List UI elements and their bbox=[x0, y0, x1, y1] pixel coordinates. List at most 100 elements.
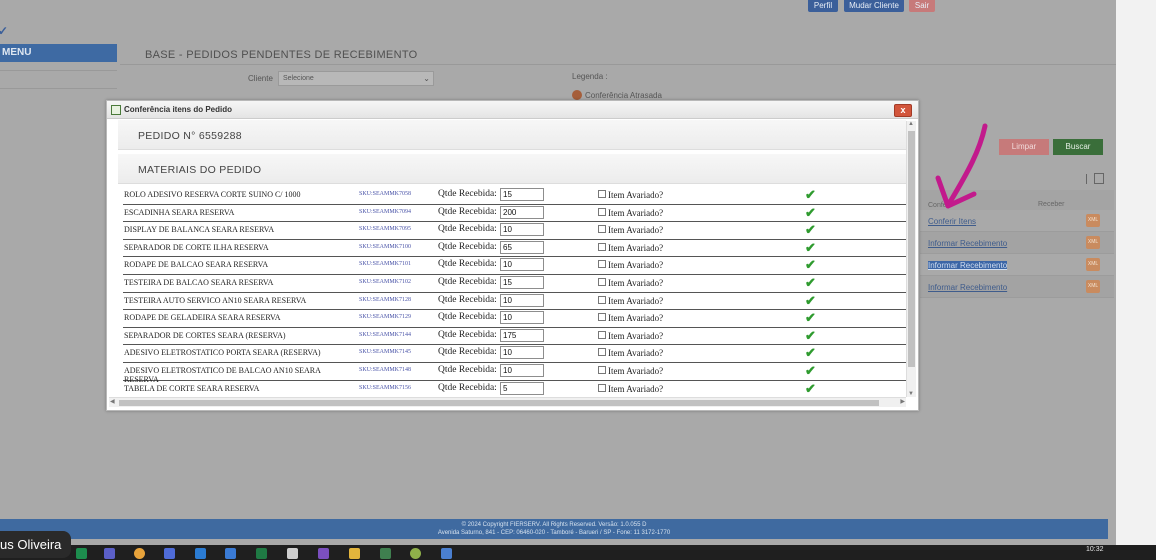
app-icon[interactable] bbox=[380, 548, 391, 559]
item-description: RODAPE DE BALCAO SEARA RESERVA bbox=[124, 260, 269, 270]
app-icon[interactable] bbox=[410, 548, 421, 559]
limpar-button[interactable]: Limpar bbox=[999, 139, 1049, 155]
pedido-number: PEDIDO N° 6559288 bbox=[138, 130, 242, 142]
qtde-recebida-label: Qtde Recebida: bbox=[438, 294, 497, 305]
item-description: ROLO ADESIVO RESERVA CORTE SUINO C/ 1000 bbox=[124, 190, 301, 199]
qtde-recebida-label: Qtde Recebida: bbox=[438, 347, 497, 358]
item-avariado-checkbox[interactable] bbox=[598, 348, 606, 357]
qtde-recebida-input[interactable] bbox=[500, 223, 544, 237]
cliente-select-value: Selecione bbox=[283, 75, 314, 82]
check-icon: ✔ bbox=[805, 187, 816, 202]
scroll-left-icon[interactable]: ◀ bbox=[110, 398, 115, 405]
item-description: SEPARADOR DE CORTE ILHA RESERVA bbox=[124, 242, 269, 252]
item-row: ROLO ADESIVO RESERVA CORTE SUINO C/ 1000… bbox=[123, 187, 906, 205]
annotation-arrow-icon bbox=[935, 123, 988, 209]
file-icon[interactable] bbox=[287, 548, 298, 559]
cliente-select[interactable]: Selecione ⌄ bbox=[278, 71, 434, 86]
horizontal-scrollbar[interactable]: ◀ ▶ bbox=[109, 397, 906, 407]
item-avariado-checkbox[interactable] bbox=[598, 260, 606, 269]
item-description: RODAPE DE GELADEIRA SEARA RESERVA bbox=[124, 313, 281, 323]
item-sku-link[interactable]: SKU:SEAMMK7100 bbox=[359, 244, 411, 250]
item-avariado-label: Item Avariado? bbox=[608, 313, 664, 324]
qtde-recebida-input[interactable] bbox=[500, 240, 544, 254]
item-sku-link[interactable]: SKU:SEAMMK7094 bbox=[359, 209, 411, 215]
item-avariado-checkbox[interactable] bbox=[598, 366, 606, 374]
scroll-thumb[interactable] bbox=[119, 400, 879, 406]
item-avariado-checkbox[interactable] bbox=[598, 190, 606, 198]
item-avariado-checkbox[interactable] bbox=[598, 383, 606, 392]
table-row: Informar Recebimento XML bbox=[920, 232, 1114, 254]
item-sku-link[interactable]: SKU:SEAMMK7129 bbox=[359, 314, 411, 320]
qtde-recebida-label: Qtde Recebida: bbox=[438, 206, 497, 217]
app-icon[interactable] bbox=[441, 548, 452, 559]
item-avariado-checkbox[interactable] bbox=[598, 330, 606, 339]
xml-icon[interactable]: XML bbox=[1086, 236, 1100, 249]
dialog-title: Conferência itens do Pedido bbox=[124, 105, 233, 114]
outlook-icon[interactable] bbox=[195, 548, 206, 559]
check-icon: ✔ bbox=[805, 292, 816, 308]
mudar-cliente-button[interactable]: Mudar Cliente bbox=[844, 0, 904, 12]
right-edge-panel bbox=[1116, 0, 1156, 545]
xml-icon[interactable]: XML bbox=[1086, 258, 1100, 271]
item-avariado-checkbox[interactable] bbox=[598, 295, 606, 304]
app-icon[interactable] bbox=[164, 548, 175, 559]
qtde-recebida-input[interactable] bbox=[500, 188, 544, 201]
scroll-down-icon[interactable]: ▼ bbox=[908, 391, 914, 397]
teams-icon[interactable] bbox=[104, 548, 115, 559]
qtde-recebida-input[interactable] bbox=[500, 311, 544, 325]
explorer-icon[interactable] bbox=[349, 548, 360, 559]
scroll-right-icon[interactable]: ▶ bbox=[900, 398, 905, 405]
qtde-recebida-input[interactable] bbox=[500, 346, 544, 360]
item-sku-link[interactable]: SKU:SEAMMK7156 bbox=[359, 385, 411, 391]
item-avariado-checkbox[interactable] bbox=[598, 207, 606, 216]
sair-button[interactable]: Sair bbox=[909, 0, 935, 12]
buscar-button[interactable]: Buscar bbox=[1053, 139, 1103, 155]
check-icon: ✔ bbox=[805, 345, 816, 361]
menu-toggle[interactable]: MENU bbox=[0, 44, 117, 62]
qtde-recebida-input[interactable] bbox=[500, 205, 544, 219]
item-sku-link[interactable]: SKU:SEAMMK7101 bbox=[359, 261, 411, 267]
toolbar-divider bbox=[1086, 174, 1087, 184]
item-avariado-checkbox[interactable] bbox=[598, 278, 606, 286]
informar-recebimento-link[interactable]: Informar Recebimento bbox=[928, 239, 1007, 248]
grid-export-icon[interactable] bbox=[1094, 173, 1104, 184]
informar-recebimento-link[interactable]: Informar Recebimento bbox=[928, 261, 1008, 270]
vertical-scrollbar[interactable]: ▲ ▼ bbox=[906, 121, 916, 397]
item-avariado-checkbox[interactable] bbox=[598, 225, 606, 234]
visual-studio-icon[interactable] bbox=[318, 548, 329, 559]
qtde-recebida-input[interactable] bbox=[500, 276, 544, 289]
qtde-recebida-label: Qtde Recebida: bbox=[438, 329, 497, 340]
item-sku-link[interactable]: SKU:SEAMMK7144 bbox=[359, 332, 411, 338]
item-sku-link[interactable]: SKU:SEAMMK7095 bbox=[359, 226, 411, 232]
item-sku-link[interactable]: SKU:SEAMMK7102 bbox=[359, 279, 411, 285]
check-icon: ✔ bbox=[805, 275, 816, 290]
xml-icon[interactable]: XML bbox=[1086, 214, 1100, 227]
item-avariado-checkbox[interactable] bbox=[598, 313, 606, 322]
qtde-recebida-input[interactable] bbox=[500, 258, 544, 272]
item-row: TABELA DE CORTE SEARA RESERVA SKU:SEAMMK7… bbox=[123, 381, 906, 397]
informar-recebimento-link[interactable]: Informar Recebimento bbox=[928, 283, 1007, 292]
qtde-recebida-input[interactable] bbox=[500, 328, 544, 342]
item-avariado-checkbox[interactable] bbox=[598, 242, 606, 251]
qtde-recebida-input[interactable] bbox=[500, 293, 544, 307]
excel-icon[interactable] bbox=[256, 548, 267, 559]
perfil-button[interactable]: Perfil bbox=[808, 0, 838, 12]
item-sku-link[interactable]: SKU:SEAMMK7128 bbox=[359, 297, 411, 303]
item-sku-link[interactable]: SKU:SEAMMK7145 bbox=[359, 349, 411, 355]
item-sku-link[interactable]: SKU:SEAMMK7058 bbox=[359, 191, 411, 197]
qtde-recebida-input[interactable] bbox=[500, 381, 544, 395]
qtde-recebida-input[interactable] bbox=[500, 364, 544, 377]
legenda-label: Legenda : bbox=[572, 72, 608, 81]
xml-icon[interactable]: XML bbox=[1086, 280, 1100, 293]
app-icon[interactable] bbox=[76, 548, 87, 559]
scroll-thumb[interactable] bbox=[908, 131, 915, 367]
item-avariado-label: Item Avariado? bbox=[608, 330, 664, 341]
todo-icon[interactable] bbox=[225, 548, 236, 559]
item-avariado-label: Item Avariado? bbox=[608, 242, 664, 253]
chrome-icon[interactable] bbox=[134, 548, 145, 559]
close-button[interactable]: x bbox=[894, 104, 912, 117]
sidebar-divider bbox=[0, 70, 117, 71]
item-sku-link[interactable]: SKU:SEAMMK7148 bbox=[359, 367, 411, 373]
scroll-up-icon[interactable]: ▲ bbox=[908, 121, 914, 127]
item-row: SEPARADOR DE CORTES SEARA (RESERVA) SKU:S… bbox=[123, 328, 906, 346]
